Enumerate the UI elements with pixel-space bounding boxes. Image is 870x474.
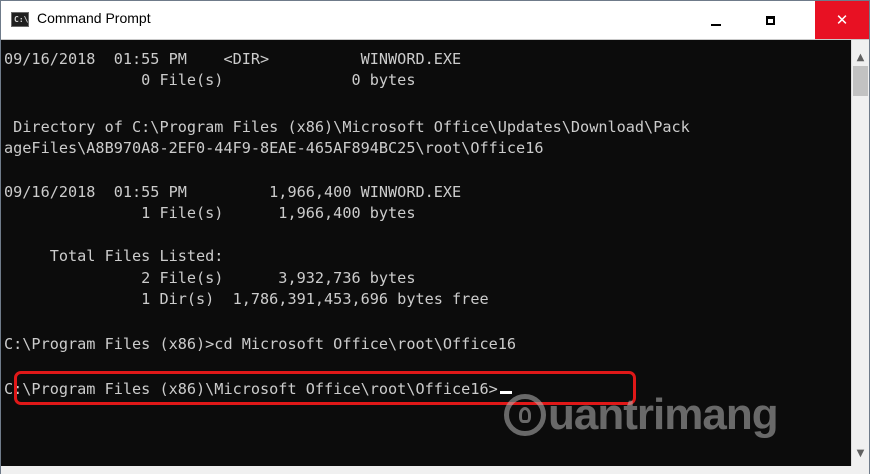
- lightbulb-icon: [504, 394, 546, 436]
- console-line: Directory of C:\Program Files (x86)\Micr…: [4, 118, 690, 136]
- console-line: 0 File(s) 0 bytes: [4, 71, 416, 89]
- maximize-button[interactable]: [743, 1, 797, 39]
- window-bottom-border: [1, 466, 869, 474]
- minimize-icon: [711, 24, 721, 26]
- scroll-up-arrow-icon[interactable]: ▲: [852, 48, 869, 66]
- console-line: 09/16/2018 01:55 PM 1,966,400 WINWORD.EX…: [4, 183, 462, 201]
- app-icon-glyph: C:\: [14, 15, 29, 24]
- console-line: C:\Program Files (x86)>cd Microsoft Offi…: [4, 335, 517, 353]
- maximize-icon: [765, 15, 775, 25]
- console-line: 1 Dir(s) 1,786,391,453,696 bytes free: [4, 290, 489, 308]
- command-prompt-window: C:\ Command Prompt ✕ 09/16/2018 01:55 PM…: [0, 0, 870, 474]
- watermark-logo: uantrimang: [504, 390, 779, 439]
- close-icon: ✕: [835, 10, 849, 29]
- console-line: ageFiles\A8B970A8-2EF0-44F9-8EAE-465AF89…: [4, 139, 544, 157]
- close-button[interactable]: ✕: [815, 1, 869, 39]
- scroll-down-arrow-icon[interactable]: ▼: [852, 444, 869, 462]
- console-line: 2 File(s) 3,932,736 bytes: [4, 269, 416, 287]
- minimize-button[interactable]: [689, 1, 743, 39]
- vertical-scrollbar[interactable]: ▲ ▼: [851, 40, 869, 466]
- console-line: 1 File(s) 1,966,400 bytes: [4, 204, 416, 222]
- title-bar[interactable]: C:\ Command Prompt ✕: [1, 1, 869, 40]
- command-prompt-app-icon[interactable]: C:\: [11, 12, 29, 27]
- watermark-text: uantrimang: [548, 390, 779, 439]
- console-line: 09/16/2018 01:55 PM <DIR> WINWORD.EXE: [4, 50, 462, 68]
- console-line: Total Files Listed:: [4, 247, 224, 265]
- scroll-thumb[interactable]: [853, 66, 868, 96]
- window-title: Command Prompt: [37, 10, 151, 26]
